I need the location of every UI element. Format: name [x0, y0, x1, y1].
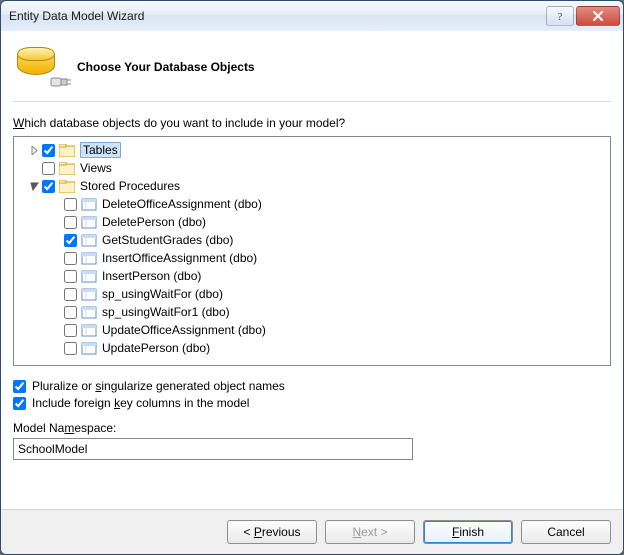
finish-button[interactable]: Finish	[423, 520, 513, 544]
cancel-button[interactable]: Cancel	[521, 520, 611, 544]
tree-node-proc[interactable]: UpdatePerson (dbo)	[16, 339, 608, 357]
tree-node-proc[interactable]: sp_usingWaitFor (dbo)	[16, 285, 608, 303]
checkbox-stored-procedures[interactable]	[42, 180, 55, 193]
tree-label: UpdatePerson (dbo)	[102, 341, 210, 355]
objects-tree[interactable]: Tables Views Stored Procedur	[13, 136, 611, 366]
close-icon	[591, 10, 605, 22]
tree-node-views[interactable]: Views	[16, 159, 608, 177]
stored-procedures-folder-icon	[59, 179, 75, 193]
namespace-input[interactable]	[13, 438, 413, 460]
stored-procedure-icon	[81, 305, 97, 319]
expand-toggle[interactable]	[28, 180, 40, 192]
titlebar[interactable]: Entity Data Model Wizard ?	[1, 1, 623, 31]
previous-button[interactable]: < Previous	[227, 520, 317, 544]
wizard-step-title: Choose Your Database Objects	[77, 60, 255, 74]
wizard-header: Choose Your Database Objects	[13, 41, 611, 97]
chevron-right-icon	[30, 146, 39, 155]
help-button[interactable]: ?	[546, 6, 574, 26]
close-button[interactable]	[576, 6, 620, 26]
option-pluralize[interactable]: Pluralize or singularize generated objec…	[13, 379, 611, 393]
divider	[13, 101, 611, 102]
stored-procedure-icon	[81, 233, 97, 247]
tree-node-stored-procedures[interactable]: Stored Procedures	[16, 177, 608, 195]
checkbox-proc[interactable]	[64, 306, 77, 319]
tree-label: InsertPerson (dbo)	[102, 269, 201, 283]
window-title: Entity Data Model Wizard	[9, 9, 144, 23]
svg-text:?: ?	[558, 11, 563, 22]
namespace-label: Model Namespace:	[13, 421, 611, 435]
tree-label: DeleteOfficeAssignment (dbo)	[102, 197, 262, 211]
checkbox-proc[interactable]	[64, 270, 77, 283]
plug-icon	[49, 73, 71, 91]
stored-procedure-icon	[81, 323, 97, 337]
stored-procedure-icon	[81, 341, 97, 355]
tree-label: Tables	[80, 142, 121, 158]
tree-label: GetStudentGrades (dbo)	[102, 233, 233, 247]
option-foreign-keys[interactable]: Include foreign key columns in the model	[13, 396, 611, 410]
tree-node-proc[interactable]: DeletePerson (dbo)	[16, 213, 608, 231]
tree-label: DeletePerson (dbo)	[102, 215, 206, 229]
stored-procedure-icon	[81, 251, 97, 265]
chevron-down-icon	[30, 182, 39, 191]
checkbox-proc[interactable]	[64, 288, 77, 301]
help-icon: ?	[554, 10, 566, 22]
checkbox-proc[interactable]	[64, 324, 77, 337]
tree-label: InsertOfficeAssignment (dbo)	[102, 251, 257, 265]
stored-procedure-icon	[81, 197, 97, 211]
checkbox-proc[interactable]	[64, 252, 77, 265]
tree-node-proc[interactable]: InsertOfficeAssignment (dbo)	[16, 249, 608, 267]
tree-label: Stored Procedures	[80, 179, 180, 193]
checkbox-tables[interactable]	[42, 144, 55, 157]
checkbox-pluralize[interactable]	[13, 380, 26, 393]
tree-node-proc[interactable]: GetStudentGrades (dbo)	[16, 231, 608, 249]
next-button: Next >	[325, 520, 415, 544]
tree-node-proc[interactable]: InsertPerson (dbo)	[16, 267, 608, 285]
tree-label: UpdateOfficeAssignment (dbo)	[102, 323, 266, 337]
tree-label: sp_usingWaitFor (dbo)	[102, 287, 223, 301]
checkbox-foreign-keys[interactable]	[13, 397, 26, 410]
tree-label: sp_usingWaitFor1 (dbo)	[102, 305, 230, 319]
checkbox-proc[interactable]	[64, 234, 77, 247]
expand-toggle[interactable]	[28, 144, 40, 156]
checkbox-proc[interactable]	[64, 342, 77, 355]
tree-node-tables[interactable]: Tables	[16, 141, 608, 159]
checkbox-views[interactable]	[42, 162, 55, 175]
tree-node-proc[interactable]: UpdateOfficeAssignment (dbo)	[16, 321, 608, 339]
views-folder-icon	[59, 161, 75, 175]
stored-procedure-icon	[81, 269, 97, 283]
wizard-window: Entity Data Model Wizard ? Choose Your D…	[0, 0, 624, 555]
stored-procedure-icon	[81, 215, 97, 229]
tree-node-proc[interactable]: sp_usingWaitFor1 (dbo)	[16, 303, 608, 321]
prompt-label: Which database objects do you want to in…	[13, 116, 611, 130]
stored-procedure-icon	[81, 287, 97, 301]
table-folder-icon	[59, 143, 75, 157]
tree-label: Views	[80, 161, 112, 175]
checkbox-proc[interactable]	[64, 198, 77, 211]
options-group: Pluralize or singularize generated objec…	[13, 376, 611, 413]
tree-node-proc[interactable]: DeleteOfficeAssignment (dbo)	[16, 195, 608, 213]
button-bar: < Previous Next > Finish Cancel	[1, 509, 623, 554]
database-icon	[17, 47, 65, 87]
checkbox-proc[interactable]	[64, 216, 77, 229]
client-area: Choose Your Database Objects Which datab…	[1, 31, 623, 509]
